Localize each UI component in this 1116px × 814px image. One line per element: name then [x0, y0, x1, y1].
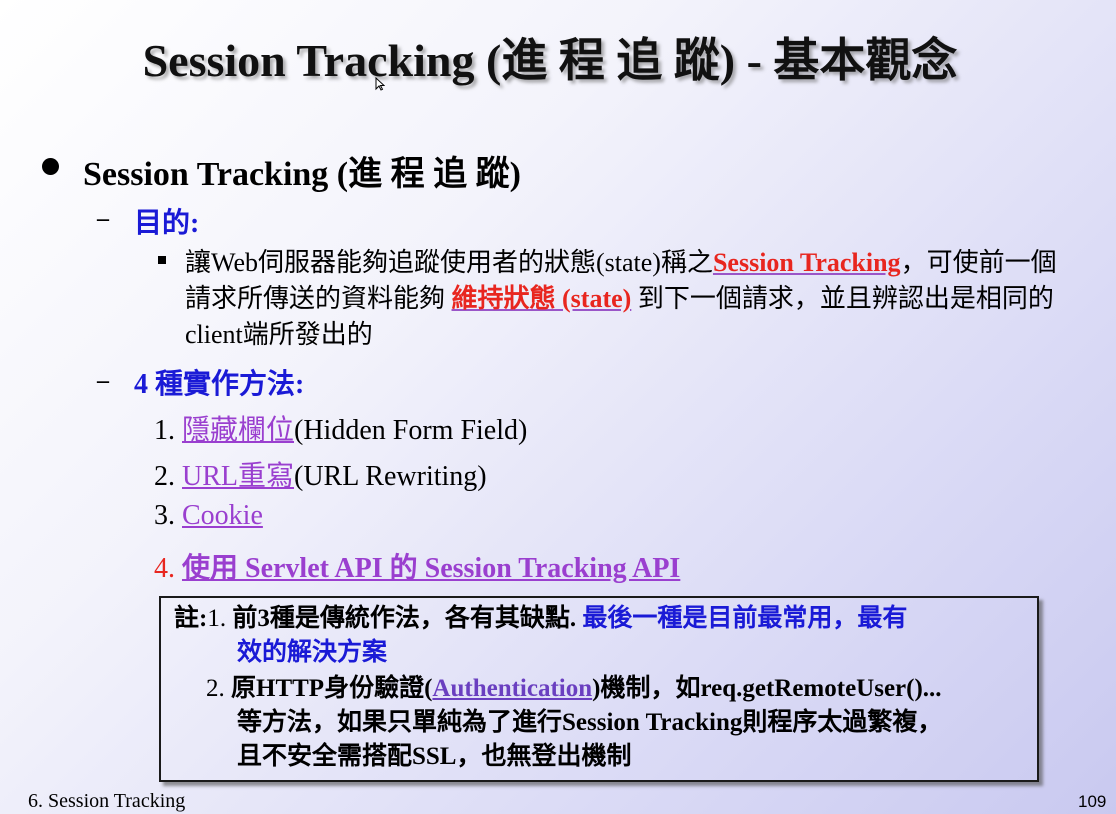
method-desc: (Hidden Form Field) [294, 415, 528, 446]
note-box: 註:1. 前3種是傳統作法，各有其缺點. 最後一種是目前最常用，最有 效的解決方… [159, 596, 1039, 782]
note-label: 註: [174, 605, 208, 632]
method-number: 3. [154, 500, 175, 531]
purpose-paragraph: 讓Web伺服器能夠追蹤使用者的狀態(state)稱之Session Tracki… [185, 245, 1065, 353]
purpose-dash: – [97, 206, 109, 232]
session-tracking-api-link[interactable]: 使用 Servlet API 的 Session Tracking API [182, 553, 680, 584]
note-line-2: 效的解決方案 [237, 639, 388, 666]
note-1-emphasis: 最後一種是目前最常用，最有 [582, 605, 908, 632]
note-1-text: 前3種是傳統作法，各有其缺點. [232, 605, 577, 632]
bullet-heading: Session Tracking (進 程 追 蹤) [83, 156, 521, 193]
mouse-cursor-icon [375, 77, 385, 91]
note-2-number: 2. [206, 675, 225, 702]
page-number: 109 [1078, 792, 1107, 811]
purpose-heading: 目的: [134, 208, 200, 239]
url-rewriting-link[interactable]: URL重寫 [182, 461, 294, 492]
note-2-text-b: )機制，如req.getRemoteUser()... [592, 675, 942, 702]
bullet-dot-icon [42, 158, 59, 175]
authentication-link[interactable]: Authentication [432, 675, 592, 702]
footer-section: 6. Session Tracking [28, 790, 186, 812]
method-number: 1. [154, 415, 175, 446]
methods-heading: 4 種實作方法: [134, 369, 305, 400]
method-desc: (URL Rewriting) [294, 461, 487, 492]
method-item-4: 4. 使用 Servlet API 的 Session Tracking API [154, 546, 680, 586]
method-item-2: 2. URL重寫(URL Rewriting) [154, 454, 487, 494]
note-line-3: 2. 原HTTP身份驗證(Authentication)機制，如req.getR… [206, 672, 942, 706]
maintain-state-highlight: 維持狀態 (state) [451, 284, 632, 313]
method-item-3: 3. Cookie [154, 500, 263, 532]
slide-title: Session Tracking (進 程 追 蹤) - 基本觀念 [142, 35, 958, 86]
hidden-form-field-link[interactable]: 隱藏欄位 [182, 415, 294, 446]
note-line-4: 等方法，如果只單純為了進行Session Tracking則程序太過繁複， [237, 709, 943, 736]
method-number: 4. [154, 553, 175, 584]
purpose-text-1: 讓Web伺服器能夠追蹤使用者的狀態(state)稱之 [185, 248, 713, 277]
note-line-5: 且不安全需搭配SSL，也無登出機制 [237, 743, 632, 770]
note-1-number: 1. [207, 605, 227, 632]
methods-dash: – [97, 368, 109, 394]
note-line-1: 註:1. 前3種是傳統作法，各有其缺點. 最後一種是目前最常用，最有 [174, 602, 907, 636]
session-tracking-highlight: Session Tracking [712, 248, 901, 277]
method-number: 2. [154, 461, 175, 492]
method-item-1: 1. 隱藏欄位(Hidden Form Field) [154, 408, 527, 448]
note-2-text-a: 原HTTP身份驗證( [231, 675, 433, 702]
square-bullet-icon [158, 256, 166, 264]
cookie-link[interactable]: Cookie [182, 500, 263, 531]
